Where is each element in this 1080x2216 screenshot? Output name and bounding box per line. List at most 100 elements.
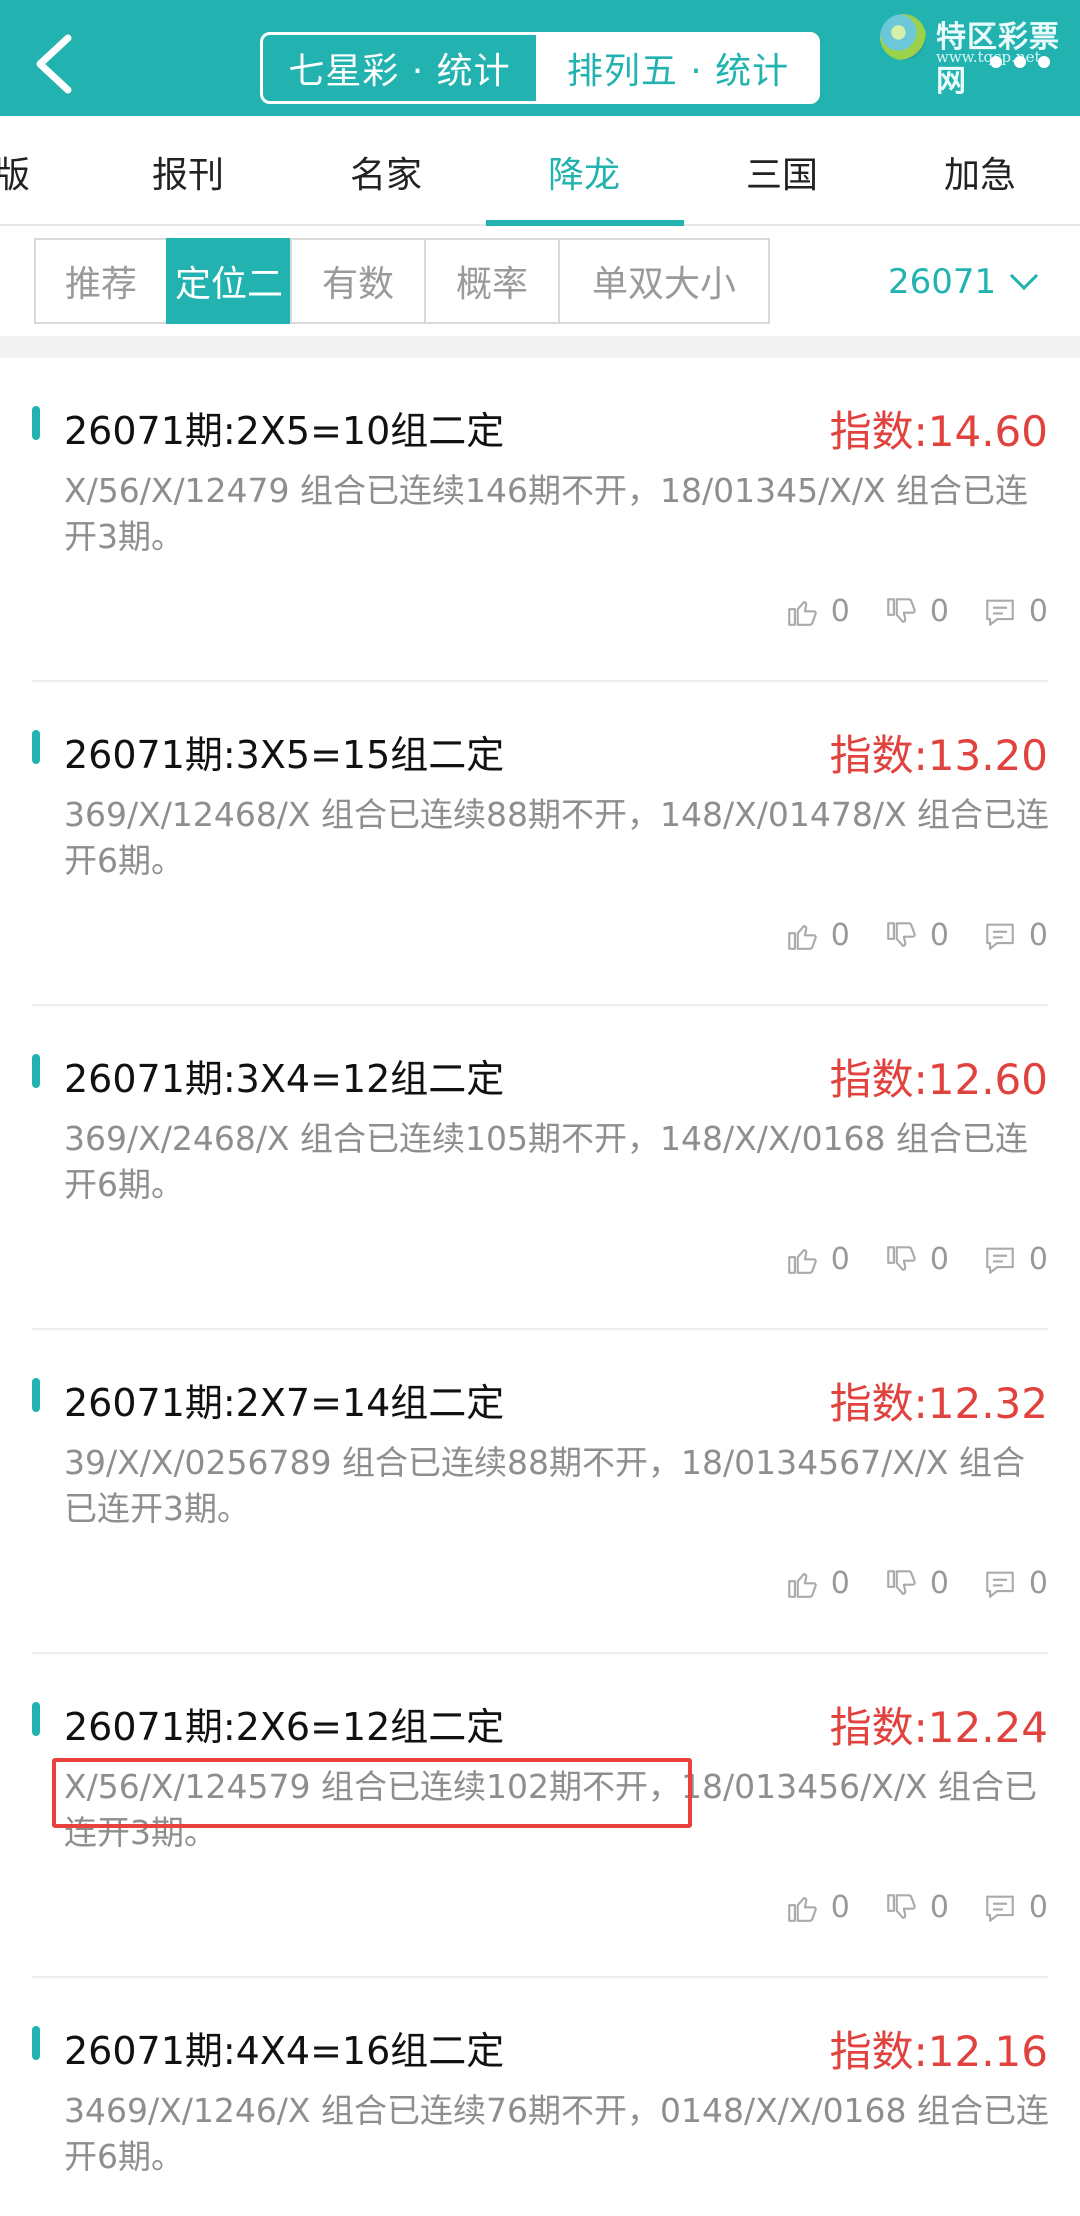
item-description: 369/X/2468/X 组合已连续105期不开，148/X/X/0168 组合… xyxy=(64,1119,1029,1204)
category-tabs: 版 报刊 名家 降龙 三国 加急 xyxy=(0,116,1080,226)
segment-pailiewu[interactable]: 排列五 · 统计 xyxy=(539,35,817,101)
subtab-dingweier[interactable]: 定位二 xyxy=(166,238,292,324)
tab-baokan[interactable]: 报刊 xyxy=(152,146,224,198)
item-score: 指数:13.20 xyxy=(829,731,1048,780)
like-count: 0 xyxy=(830,1566,850,1601)
more-menu-icon[interactable] xyxy=(990,56,1050,70)
tab-mingjia[interactable]: 名家 xyxy=(350,146,422,198)
top-header: 七星彩 · 统计 排列五 · 统计 特区彩票网 www.tqcp.net xyxy=(0,0,1080,116)
thumbs-down-icon xyxy=(887,1569,916,1595)
comment-count: 0 xyxy=(1028,1566,1048,1601)
issue-number: 26071 xyxy=(888,262,997,302)
subtab-gailv[interactable]: 概率 xyxy=(424,238,560,324)
item-description: 369/X/12468/X 组合已连续88期不开，148/X/01478/X 组… xyxy=(64,795,1050,880)
like-button[interactable]: 0 xyxy=(785,918,850,953)
comment-button[interactable]: 0 xyxy=(983,918,1048,953)
prediction-list: 26071期:2X5=10组二定 指数:14.60 X/56/X/12479 组… xyxy=(0,358,1080,2216)
like-button[interactable]: 0 xyxy=(785,594,850,629)
list-item[interactable]: 26071期:2X7=14组二定 指数:12.32 39/X/X/0256789… xyxy=(32,1330,1048,1654)
thumbs-up-icon xyxy=(787,1248,817,1274)
like-count: 0 xyxy=(830,594,850,629)
comment-icon xyxy=(986,1895,1014,1922)
comment-icon xyxy=(986,1247,1014,1274)
comment-count: 0 xyxy=(1028,918,1048,953)
item-description: X/56/X/12479 组合已连续146期不开，18/01345/X/X 组合… xyxy=(64,471,1029,556)
back-button[interactable] xyxy=(30,32,80,96)
comment-count: 0 xyxy=(1028,1242,1048,1277)
item-description: 39/X/X/0256789 组合已连续88期不开，18/0134567/X/X… xyxy=(64,1443,1026,1528)
like-count: 0 xyxy=(830,1242,850,1277)
subtab-tuijian[interactable]: 推荐 xyxy=(34,238,168,324)
highlight-box xyxy=(52,1758,692,1828)
list-item[interactable]: 26071期:2X5=10组二定 指数:14.60 X/56/X/12479 组… xyxy=(32,358,1048,682)
thumbs-up-icon xyxy=(787,924,817,950)
segment-qixingcai[interactable]: 七星彩 · 统计 xyxy=(263,35,539,101)
dislike-button[interactable]: 0 xyxy=(884,1242,949,1277)
thumbs-down-icon xyxy=(887,1893,916,1919)
item-title: 26071期:2X6=12组二定 xyxy=(64,1705,505,1749)
comment-count: 0 xyxy=(1028,594,1048,629)
issue-selector[interactable]: 26071 xyxy=(888,261,1039,302)
item-score: 指数:12.60 xyxy=(829,1055,1048,1104)
item-score: 指数:12.16 xyxy=(829,2027,1048,2076)
item-accent-bar xyxy=(32,730,40,764)
thumbs-up-icon xyxy=(787,1896,817,1922)
comment-button[interactable]: 0 xyxy=(983,594,1048,629)
comment-count: 0 xyxy=(1028,1890,1048,1925)
like-button[interactable]: 0 xyxy=(785,1566,850,1601)
tab-jianglong[interactable]: 降龙 xyxy=(548,146,620,198)
chevron-left-icon xyxy=(36,34,72,94)
tab-ban[interactable]: 版 xyxy=(0,146,30,198)
item-actions: 0 0 0 xyxy=(785,1566,1048,1601)
tab-sanguo[interactable]: 三国 xyxy=(746,146,818,198)
item-actions: 0 0 0 xyxy=(785,1890,1048,1925)
thumbs-down-icon xyxy=(887,597,916,623)
item-accent-bar xyxy=(32,2026,40,2060)
list-item[interactable]: 26071期:4X4=16组二定 指数:12.16 3469/X/1246/X … xyxy=(32,1978,1049,2216)
item-accent-bar xyxy=(32,1054,40,1088)
list-item[interactable]: 26071期:3X5=15组二定 指数:13.20 369/X/12468/X … xyxy=(32,682,1049,1006)
item-score: 指数:12.32 xyxy=(829,1379,1048,1428)
comment-button[interactable]: 0 xyxy=(983,1890,1048,1925)
chevron-down-icon xyxy=(1010,261,1039,291)
subtab-youshu[interactable]: 有数 xyxy=(290,238,426,324)
item-title: 26071期:4X4=16组二定 xyxy=(64,2029,505,2073)
dislike-button[interactable]: 0 xyxy=(884,594,949,629)
item-accent-bar xyxy=(32,1378,40,1412)
thumbs-down-icon xyxy=(887,1245,916,1271)
like-button[interactable]: 0 xyxy=(785,1890,850,1925)
comment-icon xyxy=(986,1571,1014,1598)
item-title: 26071期:2X5=10组二定 xyxy=(64,409,505,453)
comment-button[interactable]: 0 xyxy=(983,1242,1048,1277)
tab-jiaji[interactable]: 加急 xyxy=(944,146,1016,198)
thumbs-up-icon xyxy=(787,600,817,626)
thumbs-up-icon xyxy=(787,1572,817,1598)
like-count: 0 xyxy=(830,918,850,953)
comment-button[interactable]: 0 xyxy=(983,1566,1048,1601)
item-title: 26071期:3X4=12组二定 xyxy=(64,1057,505,1101)
dislike-count: 0 xyxy=(929,1242,949,1277)
item-actions: 0 0 0 xyxy=(785,918,1048,953)
item-actions: 0 0 0 xyxy=(785,1242,1048,1277)
section-gap xyxy=(0,336,1080,358)
like-button[interactable]: 0 xyxy=(785,1242,850,1277)
item-score: 指数:12.24 xyxy=(829,1703,1048,1752)
sub-tab-bar: 推荐 定位二 有数 概率 单双大小 26071 xyxy=(0,226,1080,336)
dislike-count: 0 xyxy=(929,594,949,629)
dislike-button[interactable]: 0 xyxy=(884,918,949,953)
item-actions: 0 0 0 xyxy=(785,594,1048,629)
item-accent-bar xyxy=(32,1702,40,1736)
dislike-button[interactable]: 0 xyxy=(884,1890,949,1925)
dislike-count: 0 xyxy=(929,918,949,953)
list-item[interactable]: 26071期:3X4=12组二定 指数:12.60 369/X/2468/X 组… xyxy=(32,1006,1048,1330)
sub-tabs: 推荐 定位二 有数 概率 单双大小 xyxy=(34,238,770,324)
item-description: 3469/X/1246/X 组合已连续76期不开，0148/X/X/0168 组… xyxy=(64,2091,1050,2176)
comment-icon xyxy=(986,923,1014,950)
dislike-count: 0 xyxy=(929,1566,949,1601)
item-score: 指数:14.60 xyxy=(829,407,1048,456)
item-title: 26071期:2X7=14组二定 xyxy=(64,1381,505,1425)
segmented-control: 七星彩 · 统计 排列五 · 统计 xyxy=(260,32,820,104)
subtab-danshuangdaxiao[interactable]: 单双大小 xyxy=(558,238,770,324)
dislike-button[interactable]: 0 xyxy=(884,1566,949,1601)
item-accent-bar xyxy=(32,406,40,440)
